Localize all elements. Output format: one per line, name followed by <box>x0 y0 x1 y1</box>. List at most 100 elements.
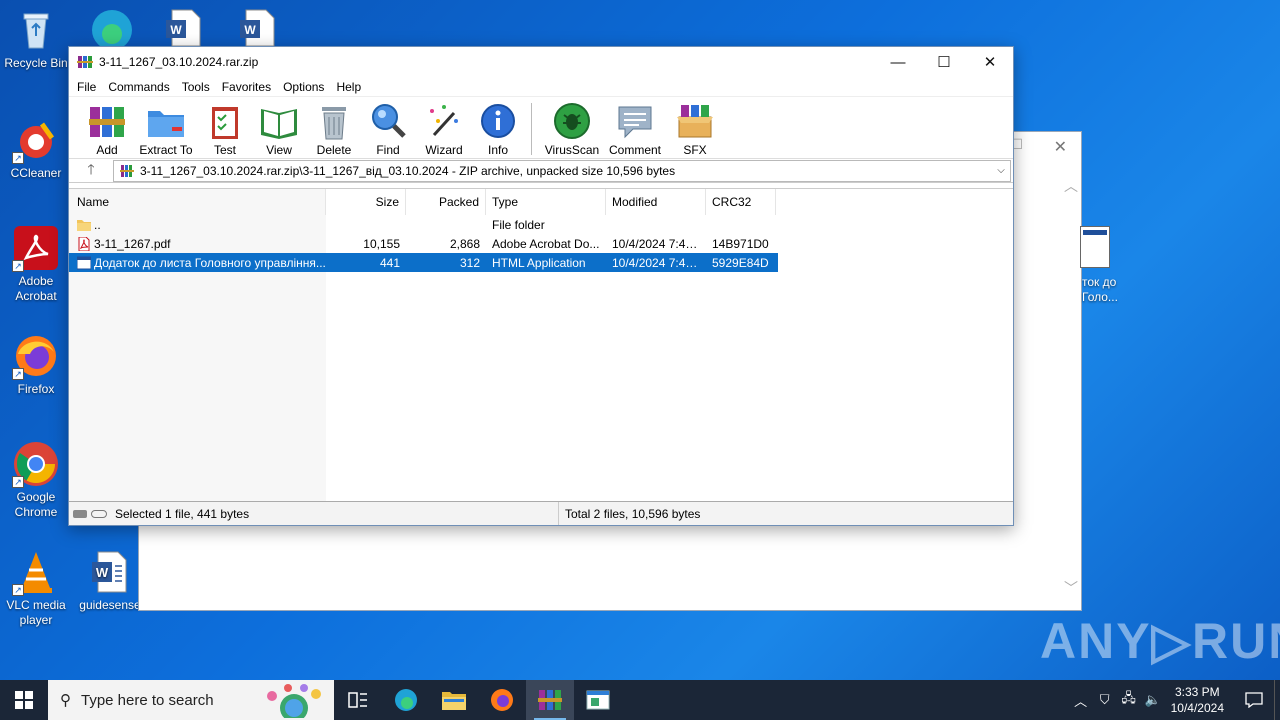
system-tray: ︿ ⛉ 🖧 🔈 3:33 PM 10/4/2024 <box>1069 680 1280 720</box>
file-packed: 312 <box>459 255 480 270</box>
wand-icon <box>424 101 464 141</box>
chrome-icon: ↗ <box>12 440 60 488</box>
file-list[interactable]: Name Size Packed Type Modified CRC32 .. … <box>69 188 1013 501</box>
path-field[interactable]: 3-11_1267_03.10.2024.rar.zip\3-11_1267_в… <box>113 159 1011 182</box>
show-desktop-button[interactable] <box>1274 680 1280 720</box>
edge-desktop-icon[interactable] <box>86 4 138 50</box>
network-icon[interactable]: 🖧 <box>1117 689 1141 711</box>
desktop-icon-label: CCleaner <box>10 166 62 180</box>
scroll-up-icon[interactable]: ︿ <box>1064 176 1078 196</box>
taskbar-firefox[interactable] <box>478 680 526 720</box>
info-icon <box>478 101 518 141</box>
desktop-icon-vlc[interactable]: ↗ VLC media player <box>0 548 72 628</box>
desktop-icon-guidesense[interactable]: W guidesense <box>74 548 146 613</box>
column-header-name[interactable]: Name <box>69 189 326 215</box>
menu-commands[interactable]: Commands <box>104 80 177 94</box>
delete-button[interactable]: Delete <box>309 101 359 157</box>
hta-file-icon[interactable] <box>1080 226 1110 268</box>
add-button[interactable]: Add <box>83 101 131 157</box>
file-crc: 14B971D0 <box>712 236 769 251</box>
desktop-icon-label: Firefox <box>17 382 55 396</box>
column-header-crc32[interactable]: CRC32 <box>706 189 776 215</box>
chevron-up-icon[interactable]: ︿ <box>1069 691 1093 710</box>
start-button[interactable] <box>0 680 48 720</box>
file-explorer-icon <box>442 692 466 710</box>
desktop-icon-adobe-acrobat[interactable]: ↗ Adobe Acrobat <box>0 224 72 304</box>
clock[interactable]: 3:33 PM 10/4/2024 <box>1171 684 1224 716</box>
winrar-icon <box>538 690 562 710</box>
status-bar: Selected 1 file, 441 bytes Total 2 files… <box>69 501 1013 525</box>
notification-button[interactable] <box>1234 692 1274 708</box>
menu-help[interactable]: Help <box>332 80 369 94</box>
extract-to-button[interactable]: Extract To <box>131 101 201 157</box>
menu-tools[interactable]: Tools <box>178 80 218 94</box>
comment-button[interactable]: Comment <box>604 101 666 157</box>
table-row-selected[interactable]: Додаток до листа Головного управління...… <box>69 253 778 272</box>
virus-scan-icon <box>552 101 592 141</box>
file-type: Adobe Acrobat Do... <box>492 236 600 251</box>
title-bar[interactable]: 3-11_1267_03.10.2024.rar.zip — ☐ ✕ <box>69 47 1013 77</box>
test-button[interactable]: Test <box>201 101 249 157</box>
windows-logo-icon <box>15 691 33 709</box>
desktop-icon-label: Adobe Acrobat <box>15 274 57 303</box>
taskbar-search[interactable]: ⚲ Type here to search <box>48 680 334 720</box>
desktop-icon-chrome[interactable]: ↗ Google Chrome <box>0 440 72 520</box>
taskbar-hta-window[interactable] <box>574 680 622 720</box>
column-header-type[interactable]: Type <box>486 189 606 215</box>
test-clipboard-icon <box>205 101 245 141</box>
sfx-box-icon <box>675 101 715 141</box>
search-highlight-art <box>267 684 321 718</box>
menu-favorites[interactable]: Favorites <box>218 80 279 94</box>
column-header-size[interactable]: Size <box>326 189 406 215</box>
comment-icon <box>615 101 655 141</box>
word-document-icon[interactable]: W <box>236 8 280 47</box>
up-arrow-icon[interactable]: 🡑 <box>69 159 113 183</box>
table-row[interactable]: 3-11_1267.pdf 10,155 2,868 Adobe Acrobat… <box>69 234 1013 253</box>
anyrun-watermark: ANY▷RUN <box>1040 613 1280 669</box>
desktop-icon-ccleaner[interactable]: ↗ CCleaner <box>0 116 72 181</box>
winrar-window[interactable]: 3-11_1267_03.10.2024.rar.zip — ☐ ✕ File … <box>68 46 1014 526</box>
minimize-button[interactable]: — <box>875 47 921 77</box>
close-button[interactable]: ✕ <box>967 47 1013 77</box>
drive-icon[interactable] <box>73 509 87 518</box>
file-type: File folder <box>492 217 545 232</box>
view-button[interactable]: View <box>249 101 309 157</box>
scroll-down-icon[interactable]: ﹀ <box>1064 578 1078 598</box>
info-button[interactable]: Info <box>471 101 525 157</box>
volume-icon[interactable]: 🔈 <box>1141 692 1165 708</box>
taskbar-winrar[interactable] <box>526 680 574 720</box>
column-header-modified[interactable]: Modified <box>606 189 706 215</box>
wizard-button[interactable]: Wizard <box>417 101 471 157</box>
column-header-packed[interactable]: Packed <box>406 189 486 215</box>
defender-icon[interactable]: ⛉ <box>1093 692 1117 708</box>
svg-text:W: W <box>244 23 256 37</box>
close-icon[interactable]: ✕ <box>1054 137 1067 157</box>
recycle-bin-icon <box>12 6 60 54</box>
toolbar-separator <box>531 103 532 155</box>
view-book-icon <box>259 101 299 141</box>
word-document-icon: W <box>86 548 134 596</box>
menu-file[interactable]: File <box>73 80 104 94</box>
table-row[interactable]: .. File folder <box>69 215 1013 234</box>
find-button[interactable]: Find <box>359 101 417 157</box>
chevron-down-icon[interactable]: ⌵ <box>992 165 1010 176</box>
desktop-icon-label: guidesense <box>79 598 141 612</box>
file-size: 10,155 <box>363 236 400 251</box>
menu-bar: File Commands Tools Favorites Options He… <box>69 77 1013 97</box>
file-name: Додаток до листа Головного управління... <box>94 255 326 270</box>
key-icon[interactable] <box>91 509 107 518</box>
menu-options[interactable]: Options <box>279 80 332 94</box>
word-document-icon[interactable]: W <box>162 8 206 47</box>
task-view-button[interactable] <box>334 680 382 720</box>
hta-file-icon <box>77 256 91 269</box>
toolbar: Add Extract To Test View Delete Find Wiz… <box>69 97 1013 159</box>
virusscan-button[interactable]: VirusScan <box>540 101 604 157</box>
sfx-button[interactable]: SFX <box>666 101 724 157</box>
desktop-icon-firefox[interactable]: ↗ Firefox <box>0 332 72 397</box>
winrar-icon <box>120 164 134 177</box>
taskbar-edge[interactable] <box>382 680 430 720</box>
maximize-button[interactable]: ☐ <box>921 47 967 77</box>
desktop-icon-recycle-bin[interactable]: Recycle Bin <box>0 6 72 71</box>
search-placeholder: Type here to search <box>81 691 214 709</box>
taskbar-file-explorer[interactable] <box>430 680 478 720</box>
